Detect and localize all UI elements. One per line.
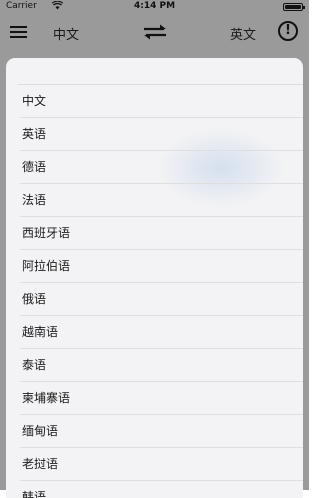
language-item[interactable]: 缅甸语: [6, 415, 303, 448]
language-item[interactable]: 中文: [6, 85, 303, 118]
language-item[interactable]: 法语: [6, 184, 303, 217]
target-language-button[interactable]: 英文: [230, 24, 256, 43]
language-item[interactable]: 柬埔寨语: [6, 382, 303, 415]
nav-bar: 中文 英文 !: [0, 14, 309, 50]
language-item[interactable]: 越南语: [6, 316, 303, 349]
language-item[interactable]: 老挝语: [6, 448, 303, 481]
battery-icon: [283, 3, 305, 11]
language-item[interactable]: 阿拉伯语: [6, 250, 303, 283]
language-item[interactable]: 德语: [6, 151, 303, 184]
language-item[interactable]: 泰语: [6, 349, 303, 382]
language-list: 中文 英语 德语 法语 西班牙语 阿拉伯语 俄语 越南语 泰语 柬埔寨语 缅甸语…: [6, 85, 303, 498]
source-language-button[interactable]: 中文: [53, 24, 79, 43]
info-icon[interactable]: !: [278, 21, 298, 41]
status-time: 4:14 PM: [133, 1, 176, 11]
menu-icon[interactable]: [10, 26, 27, 39]
language-item[interactable]: 西班牙语: [6, 217, 303, 250]
language-item[interactable]: 俄语: [6, 283, 303, 316]
status-bar: Carrier 4:14 PM: [0, 0, 309, 14]
language-item[interactable]: 英语: [6, 118, 303, 151]
swap-arrows-icon[interactable]: [141, 22, 169, 42]
language-picker-sheet: 中文 英语 德语 法语 西班牙语 阿拉伯语 俄语 越南语 泰语 柬埔寨语 缅甸语…: [6, 58, 303, 498]
